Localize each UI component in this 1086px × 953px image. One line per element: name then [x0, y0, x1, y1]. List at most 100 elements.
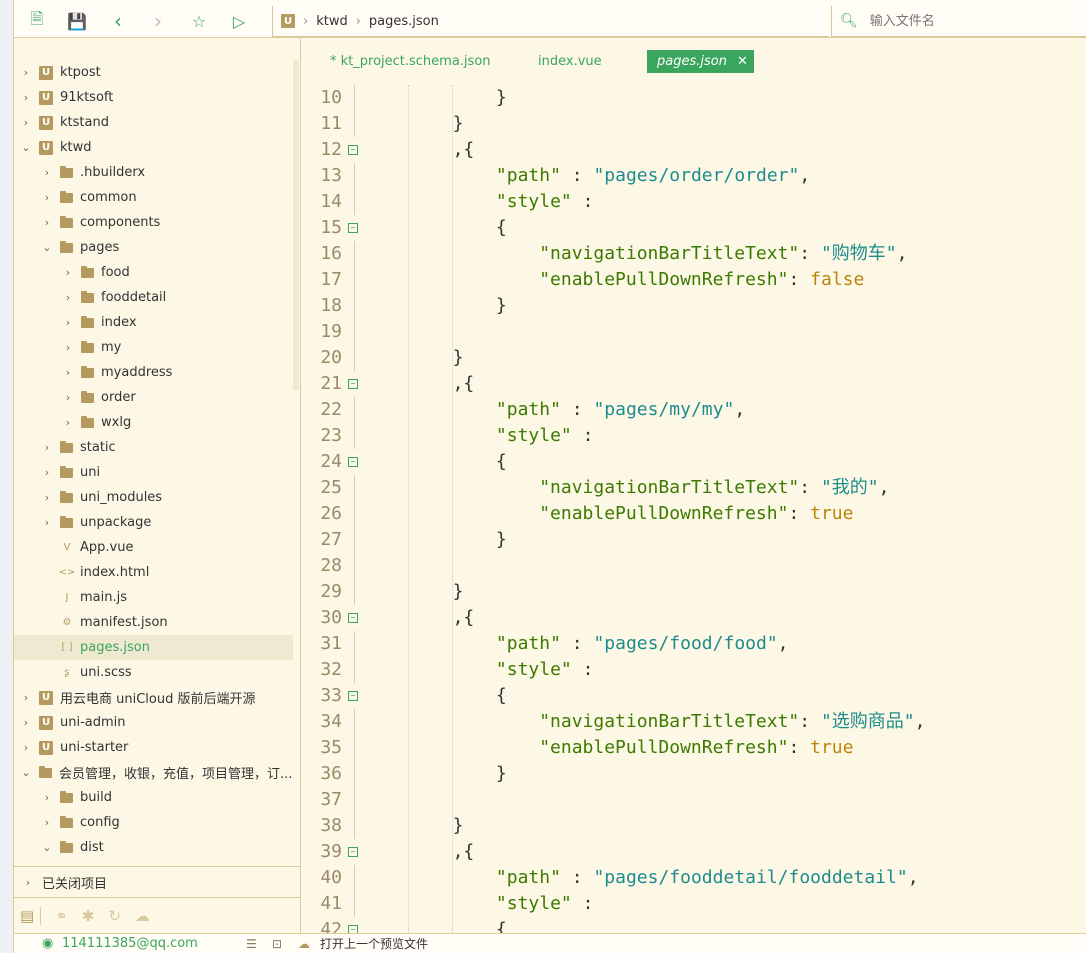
chevron-down-icon[interactable]: ⌄: [20, 141, 32, 154]
tree-item[interactable]: ⚙ manifest.json: [14, 610, 293, 635]
chevron-right-icon[interactable]: ›: [62, 291, 74, 304]
punctuation: {: [495, 919, 507, 933]
chevron-right-icon[interactable]: ›: [41, 791, 53, 804]
code-editor[interactable]: * kt_project.schema.json index.vue pages…: [302, 38, 1086, 933]
run-icon[interactable]: ▷: [230, 12, 248, 31]
tree-item[interactable]: › build: [14, 785, 293, 810]
tree-item[interactable]: › Uktpost: [14, 60, 293, 85]
binoculars-icon[interactable]: ⚭: [55, 907, 68, 925]
chevron-right-icon[interactable]: ›: [20, 66, 32, 79]
chevron-right-icon[interactable]: ›: [41, 491, 53, 504]
chevron-right-icon[interactable]: ›: [41, 166, 53, 179]
fold-toggle-icon[interactable]: −: [348, 379, 358, 389]
fold-toggle-icon[interactable]: −: [348, 457, 358, 467]
fold-toggle-icon[interactable]: −: [348, 925, 358, 933]
tree-item[interactable]: › uni_modules: [14, 485, 293, 510]
chevron-right-icon[interactable]: ›: [20, 716, 32, 729]
code-text: ,{: [453, 839, 475, 865]
preview-icon: ☁: [298, 936, 310, 951]
tree-item[interactable]: ⌄ 会员管理，收银，充值，项目管理，订...: [14, 760, 293, 785]
tree-item[interactable]: ⌄ dist: [14, 835, 293, 860]
chevron-down-icon[interactable]: ⌄: [41, 241, 53, 254]
code-text: }: [453, 111, 464, 137]
chevron-right-icon[interactable]: ›: [41, 466, 53, 479]
star-icon[interactable]: ☆: [190, 12, 208, 31]
bug-icon[interactable]: ✱: [82, 907, 95, 925]
chevron-right-icon[interactable]: ›: [62, 366, 74, 379]
close-icon[interactable]: ✕: [737, 54, 748, 69]
chevron-right-icon[interactable]: ›: [41, 816, 53, 829]
tree-item[interactable]: › static: [14, 435, 293, 460]
tab-index-vue[interactable]: index.vue: [528, 50, 612, 73]
tree-item[interactable]: › Uuni-starter: [14, 735, 293, 760]
tree-item[interactable]: Jmain.js: [14, 585, 293, 610]
new-file-icon[interactable]: 🗎: [28, 9, 46, 30]
tree-item[interactable]: › U 用云电商 uniCloud 版前后端开源: [14, 685, 293, 710]
code-text: }: [496, 293, 507, 319]
chevron-right-icon[interactable]: ›: [20, 116, 32, 129]
tree-item[interactable]: › components: [14, 210, 293, 235]
punctuation: :: [799, 711, 821, 732]
tree-item[interactable]: › index: [14, 310, 293, 335]
chevron-right-icon[interactable]: ›: [41, 516, 53, 529]
chevron-right-icon[interactable]: ›: [20, 91, 32, 104]
fold-toggle-icon[interactable]: −: [348, 691, 358, 701]
tree-item[interactable]: ⌄ Uktwd: [14, 135, 293, 160]
scrollbar[interactable]: [293, 60, 299, 390]
fold-toggle-icon[interactable]: −: [348, 847, 358, 857]
chevron-right-icon[interactable]: ›: [41, 216, 53, 229]
closed-projects[interactable]: › 已关闭项目: [14, 866, 300, 897]
tree-item[interactable]: V App.vue: [14, 535, 293, 560]
chevron-right-icon[interactable]: ›: [41, 191, 53, 204]
back-icon[interactable]: ‹: [109, 9, 127, 33]
tree-item[interactable]: › order: [14, 385, 293, 410]
chevron-right-icon[interactable]: ›: [62, 416, 74, 429]
tree-item[interactable]: › Uuni-admin: [14, 710, 293, 735]
tree-item[interactable]: › myaddress: [14, 360, 293, 385]
file-search-input[interactable]: [869, 13, 1070, 29]
tree-item[interactable]: › .hbuilderx: [14, 160, 293, 185]
tree-item[interactable]: › unpackage: [14, 510, 293, 535]
tree-item[interactable]: › uni: [14, 460, 293, 485]
chevron-right-icon[interactable]: ›: [20, 691, 32, 704]
chevron-down-icon[interactable]: ⌄: [41, 841, 53, 854]
fold-toggle-icon[interactable]: −: [348, 145, 358, 155]
chevron-right-icon[interactable]: ›: [41, 441, 53, 454]
tree-item[interactable]: › fooddetail: [14, 285, 293, 310]
fold-toggle-icon[interactable]: −: [348, 223, 358, 233]
tree-item[interactable]: › my: [14, 335, 293, 360]
line-number: 30: [320, 607, 342, 628]
tree-item[interactable]: › U 91ktsoft: [14, 85, 293, 110]
chevron-right-icon[interactable]: ›: [62, 391, 74, 404]
list-icon[interactable]: ☰: [246, 937, 257, 951]
fold-guide: [354, 579, 355, 605]
preview-last-file[interactable]: 打开上一个预览文件: [320, 935, 428, 952]
breadcrumb-item-project[interactable]: ktwd: [316, 14, 348, 29]
chevron-down-icon[interactable]: ⌄: [20, 766, 32, 779]
tree-item[interactable]: <> index.html: [14, 560, 293, 585]
terminal-icon[interactable]: ⊡: [272, 937, 282, 951]
tree-item[interactable]: [ ] pages.json: [14, 635, 293, 660]
user-account[interactable]: 114111385@qq.com: [62, 936, 198, 951]
chevron-right-icon[interactable]: ›: [62, 316, 74, 329]
chevron-right-icon[interactable]: ›: [20, 741, 32, 754]
git-icon[interactable]: ↻: [108, 907, 121, 925]
tree-item[interactable]: ⌄ pages: [14, 235, 293, 260]
tree-item[interactable]: › wxlg: [14, 410, 293, 435]
fold-toggle-icon[interactable]: −: [348, 613, 358, 623]
tree-item[interactable]: › Uktstand: [14, 110, 293, 135]
breadcrumb-item-file[interactable]: pages.json: [369, 14, 439, 29]
cloud-icon[interactable]: ☁: [135, 907, 150, 925]
tab-kt-project-schema[interactable]: * kt_project.schema.json: [320, 50, 501, 73]
save-icon[interactable]: 💾: [67, 12, 87, 31]
project-explorer-icon[interactable]: ▤: [20, 906, 42, 925]
chevron-right-icon[interactable]: ›: [62, 266, 74, 279]
chevron-right-icon[interactable]: ›: [62, 341, 74, 354]
tab-pages-json[interactable]: pages.json ✕: [647, 50, 754, 73]
tree-item[interactable]: › config: [14, 810, 293, 835]
tree-item[interactable]: ʂ uni.scss: [14, 660, 293, 685]
tree-item[interactable]: › food: [14, 260, 293, 285]
tree-item[interactable]: › common: [14, 185, 293, 210]
forward-icon[interactable]: ›: [149, 9, 167, 33]
fold-guide: [354, 735, 355, 761]
